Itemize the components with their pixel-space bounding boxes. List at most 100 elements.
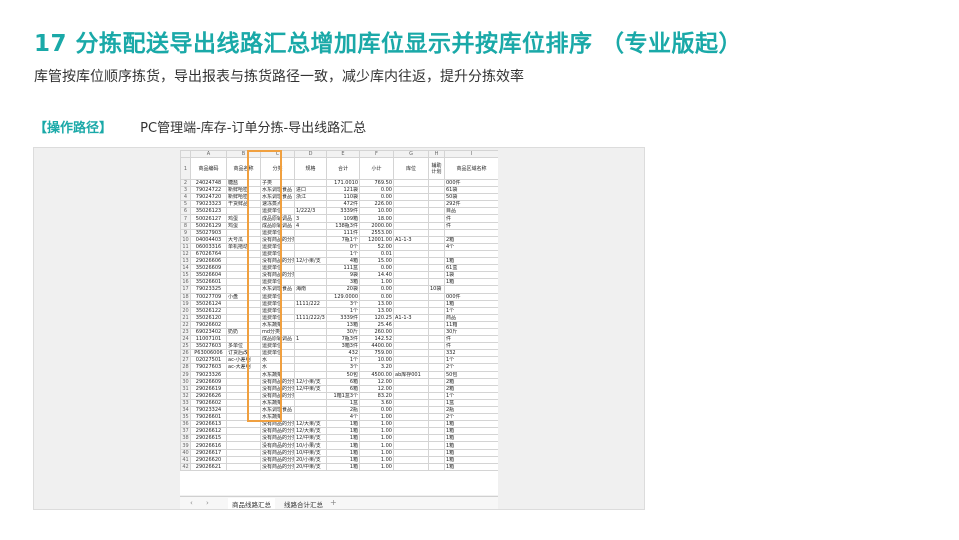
table-cell[interactable]	[226, 427, 261, 436]
column-letter[interactable]: G	[393, 150, 429, 158]
table-cell[interactable]: 运费单位	[260, 207, 295, 216]
table-cell[interactable]	[294, 391, 327, 400]
table-cell[interactable]	[393, 420, 429, 429]
table-cell[interactable]: 20/中果/支	[294, 462, 327, 471]
table-cell[interactable]: 4	[294, 221, 327, 230]
row-number[interactable]: 23	[180, 327, 191, 337]
table-cell[interactable]: 3个	[326, 299, 360, 308]
table-cell[interactable]: 111件	[326, 228, 360, 237]
table-cell[interactable]	[428, 356, 445, 365]
row-number[interactable]: 22	[180, 320, 191, 329]
table-cell[interactable]: 29026617	[190, 448, 227, 457]
table-cell[interactable]: 30斤	[326, 327, 360, 337]
row-number[interactable]: 34	[180, 405, 191, 415]
table-cell[interactable]	[393, 299, 429, 308]
table-cell[interactable]	[428, 320, 445, 329]
table-cell[interactable]: 2个	[444, 413, 498, 422]
table-cell[interactable]: 35026604	[190, 271, 227, 280]
table-cell[interactable]	[393, 292, 429, 301]
add-sheet-icon[interactable]: +	[330, 498, 337, 507]
header-cell[interactable]: 商品编码	[190, 157, 227, 180]
table-cell[interactable]: 79023323	[190, 200, 227, 209]
table-cell[interactable]	[428, 242, 445, 251]
table-cell[interactable]: 1箱	[326, 420, 360, 429]
table-cell[interactable]	[393, 384, 429, 393]
table-cell[interactable]	[393, 335, 429, 344]
header-cell[interactable]: 规格	[294, 157, 327, 180]
table-cell[interactable]	[294, 320, 327, 329]
table-cell[interactable]: 35026122	[190, 306, 227, 315]
table-cell[interactable]	[294, 349, 327, 358]
table-cell[interactable]: 1个	[444, 356, 498, 365]
table-cell[interactable]: 没有商品的分类	[260, 455, 295, 464]
table-cell[interactable]	[294, 235, 327, 244]
table-cell[interactable]	[226, 391, 261, 400]
table-cell[interactable]	[294, 370, 327, 379]
table-cell[interactable]: A1-1-3	[393, 235, 429, 244]
table-cell[interactable]	[393, 186, 429, 195]
table-cell[interactable]: 1箱	[326, 427, 360, 436]
table-cell[interactable]	[226, 420, 261, 429]
table-cell[interactable]	[226, 207, 261, 216]
column-letter[interactable]: I	[444, 150, 498, 158]
column-letter[interactable]: E	[326, 150, 360, 158]
table-cell[interactable]: 50包	[444, 370, 498, 379]
table-cell[interactable]: 成品原辅调品	[260, 214, 295, 223]
table-cell[interactable]: 鸡蛋	[226, 221, 261, 230]
table-cell[interactable]: 12/大果/支	[294, 420, 327, 429]
row-number[interactable]: 10	[180, 235, 191, 244]
table-cell[interactable]: 2箱	[444, 384, 498, 393]
table-cell[interactable]	[428, 228, 445, 237]
table-cell[interactable]	[393, 228, 429, 237]
table-cell[interactable]: ac-小差明	[226, 356, 261, 365]
table-cell[interactable]	[428, 413, 445, 422]
table-cell[interactable]	[294, 327, 327, 337]
table-cell[interactable]	[428, 186, 445, 195]
table-cell[interactable]: 79023324	[190, 405, 227, 415]
table-cell[interactable]	[226, 434, 261, 443]
table-cell[interactable]	[393, 349, 429, 358]
table-cell[interactable]	[428, 292, 445, 301]
table-cell[interactable]: 1箱	[326, 448, 360, 457]
table-cell[interactable]: 35026123	[190, 207, 227, 216]
table-cell[interactable]	[428, 306, 445, 315]
table-cell[interactable]: 3	[294, 214, 327, 223]
table-cell[interactable]: 79026602	[190, 398, 227, 408]
table-cell[interactable]: 1箱	[444, 299, 498, 308]
table-cell[interactable]	[428, 264, 445, 273]
table-cell[interactable]: 0个	[326, 242, 360, 251]
table-cell[interactable]: 292件	[444, 200, 498, 209]
header-cell[interactable]: 小计	[359, 157, 394, 180]
column-letter[interactable]: H	[428, 150, 445, 158]
row-number[interactable]: 25	[180, 342, 191, 351]
sheet-next-icon[interactable]: ›	[206, 499, 209, 507]
table-cell[interactable]: 79023326	[190, 370, 227, 379]
row-number[interactable]: 26	[180, 349, 191, 358]
table-cell[interactable]: 10.00	[359, 207, 394, 216]
table-cell[interactable]: 1箱	[444, 434, 498, 443]
column-letter[interactable]: F	[359, 150, 394, 158]
table-cell[interactable]: 6箱	[326, 377, 360, 386]
table-cell[interactable]	[393, 242, 429, 251]
table-cell[interactable]	[428, 257, 445, 266]
row-number[interactable]: 24	[180, 335, 191, 344]
row-number[interactable]: 14	[180, 264, 191, 273]
table-cell[interactable]: 79024722	[190, 186, 227, 195]
row-number[interactable]: 6	[180, 207, 191, 216]
table-cell[interactable]: 1箱	[444, 455, 498, 464]
table-cell[interactable]: 260.00	[359, 327, 394, 337]
table-cell[interactable]: 50袋	[444, 193, 498, 202]
table-cell[interactable]: 69023402	[190, 327, 227, 337]
table-cell[interactable]: 1.00	[359, 441, 394, 450]
table-cell[interactable]: 14.40	[359, 271, 394, 280]
table-cell[interactable]	[428, 349, 445, 358]
table-cell[interactable]: 12/中果/支	[294, 384, 327, 393]
table-cell[interactable]: 1袋	[444, 271, 498, 280]
table-cell[interactable]	[294, 278, 327, 287]
row-number[interactable]: 16	[180, 278, 191, 287]
table-cell[interactable]	[294, 228, 327, 237]
table-cell[interactable]	[428, 420, 445, 429]
table-cell[interactable]	[428, 377, 445, 386]
table-cell[interactable]: 0.00	[359, 264, 394, 273]
table-cell[interactable]: 61盒	[444, 264, 498, 273]
